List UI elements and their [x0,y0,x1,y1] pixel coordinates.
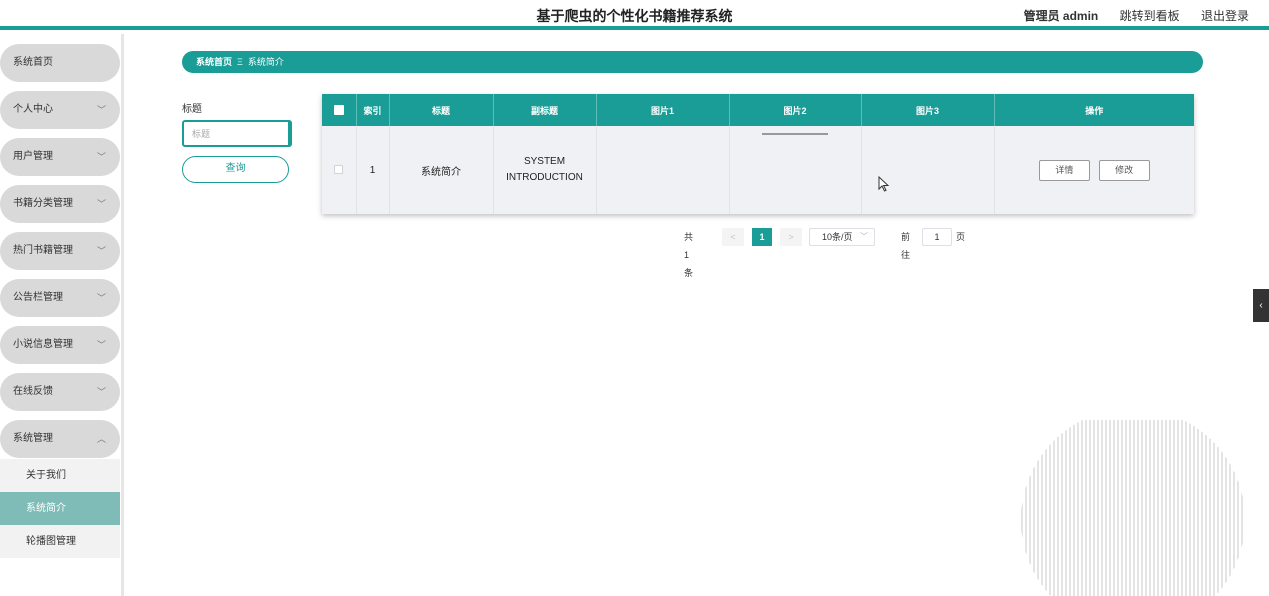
breadcrumb-current: 系统简介 [247,57,284,67]
logout-link[interactable]: 退出登录 [1201,9,1249,23]
sidebar-item-label: 公告栏管理 [13,292,63,303]
board-link[interactable]: 跳转到看板 [1120,9,1180,23]
page-unit-label: 页 [956,232,966,242]
sidebar-subitem-intro[interactable]: 系统简介 [0,492,120,525]
page-number-button[interactable]: 1 [752,228,772,246]
sidebar-item-book-category[interactable]: 书籍分类管理 ﹀ [0,185,120,223]
chevron-down-icon: ﹀ [96,105,106,115]
breadcrumb: 系统首页 Ξ 系统简介 [182,51,1203,73]
col-title: 标题 [389,94,494,126]
search-label: 标题 [182,104,202,115]
admin-user: 管理员 admin [1023,9,1099,23]
chevron-down-icon: ﹀ [96,340,106,350]
chevron-up-icon: ︿ [96,434,106,444]
table-row: 1 系统简介 SYSTEM INTRODUCTION 详情 修改 [322,126,1194,214]
chevron-down-icon: ﹀ [96,293,106,303]
sidebar-item-label: 热门书籍管理 [13,245,73,256]
sidebar-item-label: 系统管理 [13,433,53,444]
chevron-down-icon: ﹀ [96,387,106,397]
select-all-cell[interactable] [322,94,357,126]
col-actions: 操作 [994,94,1194,126]
prev-page-button[interactable]: < [722,228,744,246]
sidebar-item-system[interactable]: 系统管理 ︿ [0,420,120,458]
query-button[interactable]: 查询 [182,156,289,183]
data-table: 索引 标题 副标题 图片1 图片2 图片3 操作 1 系统简介 SYSTEM I… [322,94,1194,214]
row-actions: 详情 修改 [994,126,1194,214]
sidebar-item-hot-books[interactable]: 热门书籍管理 ﹀ [0,232,120,270]
chevron-down-icon: ﹀ [96,199,106,209]
page-size-select[interactable]: 10条/页 ﹀ [809,228,875,246]
sidebar-item-label: 个人中心 [13,104,53,115]
col-index: 索引 [356,94,390,126]
chevron-down-icon: ﹀ [96,152,106,162]
top-links: 管理员 admin 跳转到看板 退出登录 [1006,7,1249,24]
col-image1: 图片1 [596,94,730,126]
row-select-cell[interactable] [322,126,357,214]
goto-label: 前往 [901,232,911,260]
mouse-cursor-icon [878,176,890,192]
row-image2 [729,126,862,214]
sidebar-subitem-carousel[interactable]: 轮播图管理 [0,525,120,558]
pagination-total: 共 1 条 [684,232,694,278]
col-subtitle: 副标题 [493,94,597,126]
row-checkbox[interactable] [334,165,344,175]
sidebar-item-notice[interactable]: 公告栏管理 ﹀ [0,279,120,317]
chevron-down-icon: ﹀ [96,246,106,256]
table-header-row: 索引 标题 副标题 图片1 图片2 图片3 操作 [322,94,1194,126]
col-image2: 图片2 [729,94,862,126]
chevron-down-icon: ﹀ [860,232,868,241]
sidebar-item-label: 用户管理 [13,151,53,162]
sidebar-item-label: 书籍分类管理 [13,198,73,209]
search-input[interactable] [182,120,292,147]
row-title: 系统简介 [389,126,494,214]
select-all-checkbox[interactable] [333,105,344,116]
chevron-left-icon: ‹ [1259,300,1263,311]
goto-page-input[interactable]: 1 [922,228,952,246]
sidebar-item-label: 小说信息管理 [13,339,73,350]
sidebar-item-label: 在线反馈 [13,386,53,397]
sidebar-item-users[interactable]: 用户管理 ﹀ [0,138,120,176]
collapse-panel-tab[interactable]: ‹ [1253,289,1269,322]
row-subtitle: SYSTEM INTRODUCTION [493,126,597,214]
page-size-label: 10条/页 [822,232,853,242]
breadcrumb-separator: Ξ [237,57,243,67]
image-placeholder [762,133,828,135]
sidebar-item-home[interactable]: 系统首页 [0,44,120,82]
sidebar-item-label: 系统首页 [13,57,53,68]
sidebar-item-personal[interactable]: 个人中心 ﹀ [0,91,120,129]
row-index: 1 [356,126,390,214]
top-bar: 基于爬虫的个性化书籍推荐系统 管理员 admin 跳转到看板 退出登录 [0,0,1269,30]
breadcrumb-home[interactable]: 系统首页 [196,57,232,67]
row-image1 [596,126,730,214]
decorative-striped-circle [1021,420,1243,596]
sidebar-subitem-about[interactable]: 关于我们 [0,459,120,492]
row-image3 [861,126,995,214]
detail-button[interactable]: 详情 [1038,159,1090,181]
sidebar-item-feedback[interactable]: 在线反馈 ﹀ [0,373,120,411]
sidebar-item-novel-info[interactable]: 小说信息管理 ﹀ [0,326,120,364]
next-page-button[interactable]: > [780,228,802,246]
edit-button[interactable]: 修改 [1098,159,1150,181]
sidebar: 系统首页 个人中心 ﹀ 用户管理 ﹀ 书籍分类管理 ﹀ 热门书籍管理 ﹀ 公告栏管理 ﹀ … [0,34,124,596]
col-image3: 图片3 [861,94,995,126]
